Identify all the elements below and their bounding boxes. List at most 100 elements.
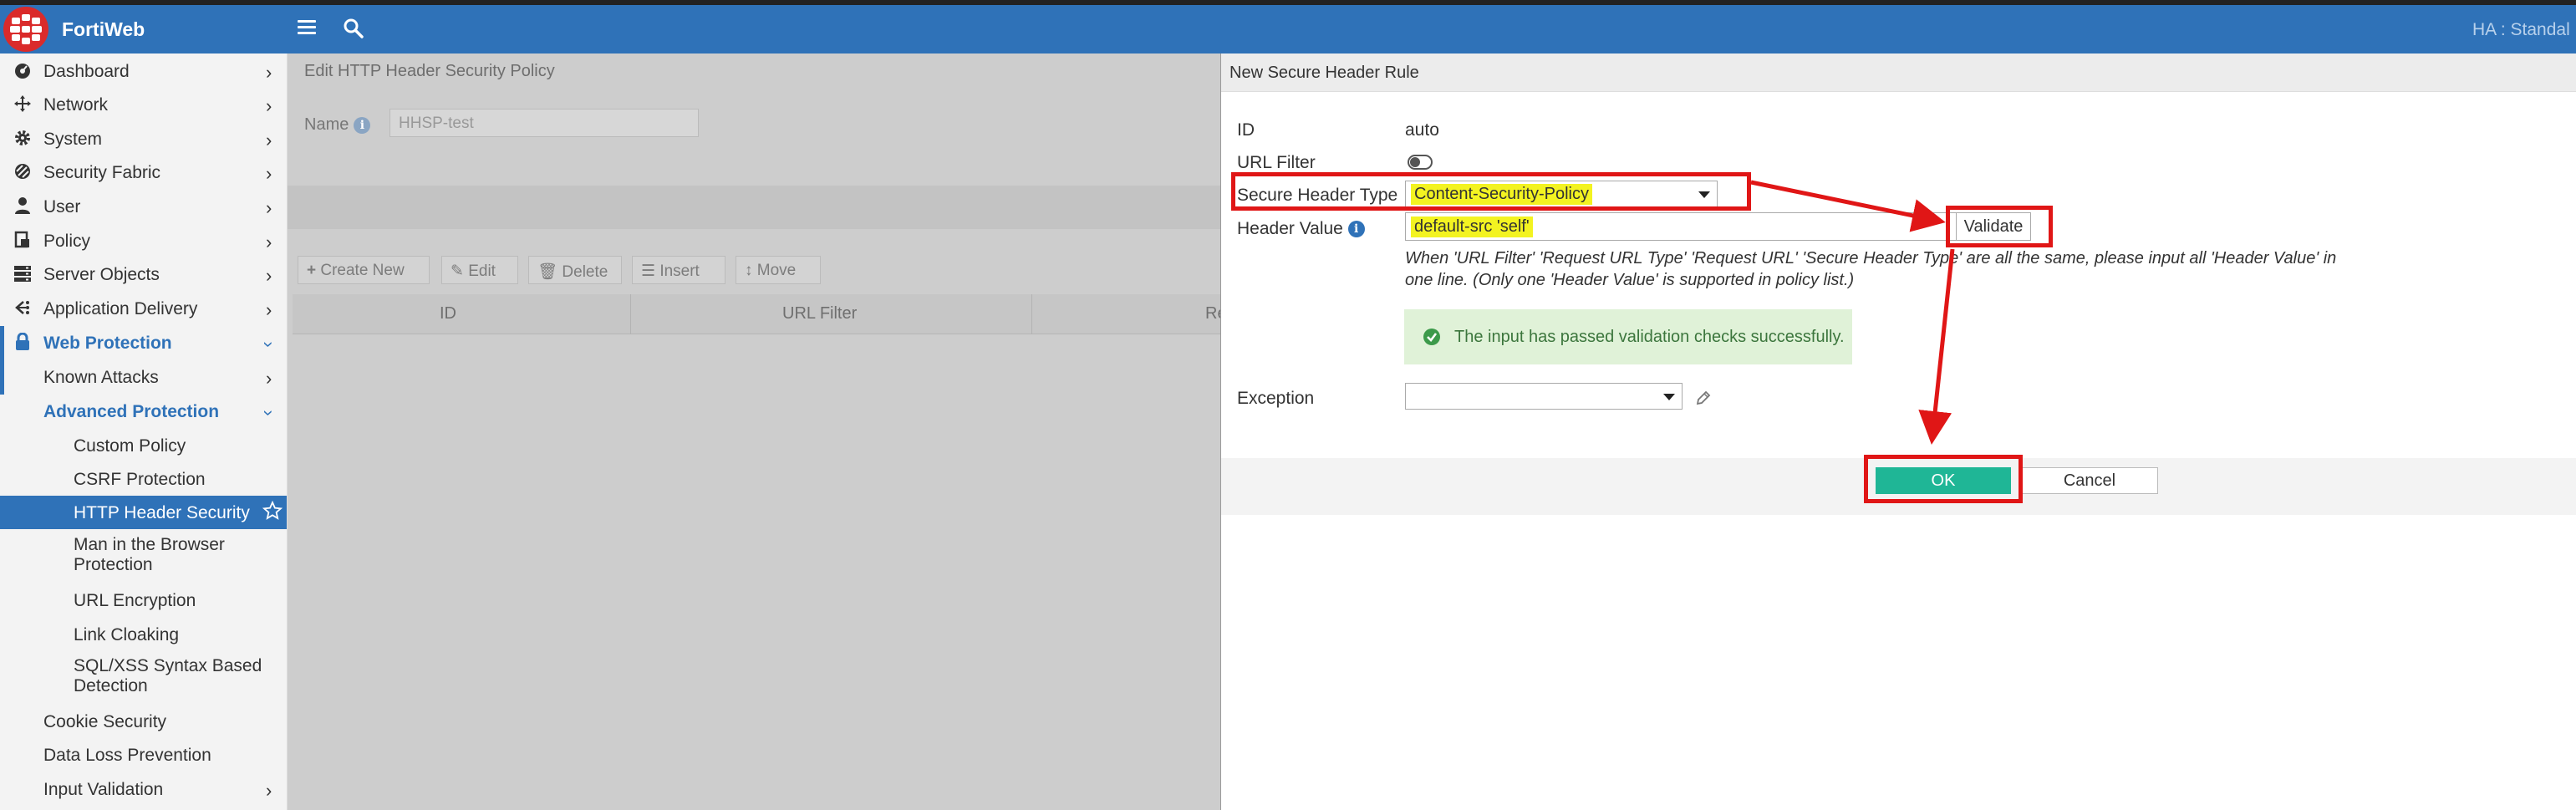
name-label: Name i [304, 115, 371, 135]
pencil-icon[interactable] [1695, 390, 1712, 406]
sidebar-item-url-encryption[interactable]: URL Encryption [0, 583, 287, 617]
sidebar-item-network[interactable]: Network › [0, 88, 287, 121]
header-value-text: default-src 'self' [1411, 217, 1533, 237]
sidebar-item-http-header-security[interactable]: HTTP Header Security [0, 496, 287, 529]
column-header-id[interactable]: ID [440, 304, 456, 323]
lock-icon [16, 333, 29, 350]
hint-line-1: When 'URL Filter' 'Request URL Type' 'Re… [1405, 249, 2337, 267]
sidebar-item-label: Man in the Browser [74, 535, 225, 554]
move-label: Move [756, 262, 797, 279]
chevron-right-icon: › [266, 62, 272, 83]
chevron-right-icon: › [266, 232, 272, 252]
sidebar-item-web-protection[interactable]: Web Protection › [0, 326, 287, 359]
policy-icon [14, 231, 29, 248]
sidebar-item-label: Custom Policy [74, 436, 186, 456]
chevron-down-icon: › [258, 410, 280, 416]
header-value-label: Header Value i [1237, 219, 1365, 239]
dialog-title: New Secure Header Rule [1229, 64, 1419, 82]
sidebar-item-label-group: SQL/XSS Syntax Based Detection [74, 656, 262, 696]
sidebar-item-label-line2: Detection [74, 676, 148, 695]
gear-icon [15, 130, 30, 145]
sidebar-item-application-delivery[interactable]: Application Delivery › [0, 292, 287, 325]
page-title: Edit HTTP Header Security Policy [304, 62, 555, 80]
move-button[interactable]: ↕ Move [736, 256, 821, 284]
edit-label: Edit [468, 262, 496, 280]
brand-name: FortiWeb [62, 18, 145, 40]
sidebar-item-label: Security Fabric [43, 163, 161, 182]
sidebar-item-known-attacks[interactable]: Known Attacks › [0, 360, 287, 394]
star-icon[interactable] [262, 501, 283, 521]
sidebar-item-label-group: Man in the Browser Protection [74, 535, 225, 575]
sidebar-item-label-line2: Protection [74, 555, 153, 574]
url-filter-toggle[interactable] [1408, 155, 1433, 170]
sidebar-item-data-loss-prevention[interactable]: Data Loss Prevention [0, 738, 287, 772]
sidebar-item-label: Dashboard [43, 62, 130, 81]
arrows-vertical-icon: ↕ [745, 262, 757, 279]
chevron-right-icon: › [266, 95, 272, 116]
url-filter-label: URL Filter [1237, 153, 1316, 172]
section-band [288, 186, 1220, 229]
user-icon [15, 197, 30, 214]
sidebar-item-label: System [43, 130, 103, 149]
sidebar-item-server-objects[interactable]: Server Objects › [0, 257, 287, 291]
sidebar-item-man-in-the-browser[interactable]: Man in the Browser Protection [0, 530, 287, 582]
header-value-input[interactable]: default-src 'self' [1405, 212, 1957, 241]
create-new-label: Create New [320, 262, 405, 279]
annotation-box-secure-header-type [1231, 172, 1751, 211]
sidebar-item-user[interactable]: User › [0, 190, 287, 223]
sidebar-item-system[interactable]: System › [0, 122, 287, 155]
chevron-right-icon: › [266, 299, 272, 320]
content-backdrop [288, 53, 1220, 810]
sidebar-item-security-fabric[interactable]: Security Fabric › [0, 155, 287, 189]
insert-button[interactable]: ☰ Insert [632, 256, 725, 284]
create-new-button[interactable]: + Create New [298, 256, 430, 284]
check-circle-icon [1423, 329, 1440, 345]
info-icon: i [354, 116, 371, 134]
pencil-icon: ✎ [451, 262, 469, 280]
sidebar-item-cookie-security[interactable]: Cookie Security [0, 705, 287, 738]
delete-label: Delete [562, 263, 608, 281]
chevron-right-icon: › [266, 163, 272, 184]
sidebar-item-link-cloaking[interactable]: Link Cloaking [0, 618, 287, 651]
dropdown-arrow-icon [1663, 394, 1675, 400]
annotation-box-ok [1864, 455, 2023, 503]
hint-line-2: one line. (Only one 'Header Value' is su… [1405, 271, 1855, 289]
exception-select[interactable] [1405, 383, 1683, 410]
menu-icon[interactable] [298, 20, 316, 35]
sidebar-item-csrf-protection[interactable]: CSRF Protection [0, 462, 287, 496]
sidebar-item-label: Advanced Protection [43, 402, 220, 421]
plus-icon: + [307, 262, 321, 279]
sidebar-item-label: SQL/XSS Syntax Based [74, 656, 262, 675]
ha-status: HA : Standal [2472, 20, 2570, 39]
sidebar-item-label: Web Protection [43, 334, 172, 353]
sidebar-item-policy[interactable]: Policy › [0, 224, 287, 257]
sidebar-item-label: Known Attacks [43, 368, 159, 387]
sidebar-item-custom-policy[interactable]: Custom Policy [0, 429, 287, 462]
info-icon[interactable]: i [1347, 221, 1365, 238]
header-value-hint: When 'URL Filter' 'Request URL Type' 'Re… [1405, 247, 2341, 291]
column-header-url-filter[interactable]: URL Filter [782, 304, 857, 323]
sidebar-item-label: Application Delivery [43, 299, 198, 318]
sidebar-item-label: Policy [43, 232, 91, 251]
header-value-label-text: Header Value [1237, 219, 1343, 238]
fortiweb-logo-icon[interactable] [3, 7, 48, 52]
sidebar-item-dashboard[interactable]: Dashboard › [0, 54, 287, 88]
sidebar-item-label: URL Encryption [74, 591, 196, 610]
chevron-right-icon: › [266, 368, 272, 389]
sidebar-item-advanced-protection[interactable]: Advanced Protection › [0, 395, 287, 428]
exception-label: Exception [1237, 389, 1315, 408]
app-delivery-icon [15, 301, 29, 314]
server-icon [14, 266, 31, 282]
sidebar-item-input-validation[interactable]: Input Validation › [0, 772, 287, 806]
sidebar-item-label: User [43, 197, 81, 217]
delete-button[interactable]: 🗑 Delete [528, 256, 622, 284]
sidebar-item-sql-xss-syntax-detection[interactable]: SQL/XSS Syntax Based Detection [0, 651, 287, 703]
sidebar-item-label: Link Cloaking [74, 625, 180, 644]
search-icon[interactable] [343, 18, 364, 39]
dialog-title-bar: New Secure Header Rule [1221, 53, 2576, 92]
cancel-button[interactable]: Cancel [2021, 467, 2158, 494]
sidebar-item-label: Cookie Security [43, 712, 167, 731]
name-input[interactable]: HHSP-test [389, 109, 699, 137]
edit-button[interactable]: ✎ Edit [441, 256, 518, 284]
chevron-right-icon: › [266, 130, 272, 150]
